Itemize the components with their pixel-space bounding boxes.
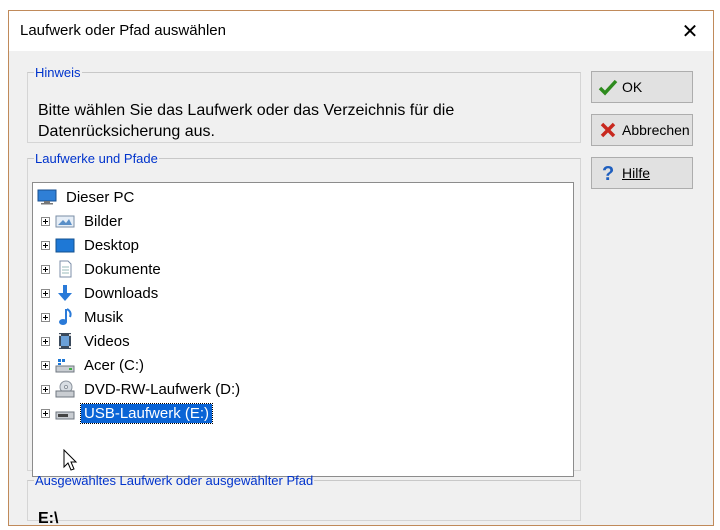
- help-question-icon: ?: [598, 162, 618, 184]
- tree-item-dvd-d[interactable]: DVD-RW-Laufwerk (D:): [41, 378, 243, 400]
- dialog-window: Laufwerk oder Pfad auswählen ✕ Hinweis B…: [8, 10, 714, 527]
- dvd-drive-icon: [55, 380, 75, 398]
- expand-icon[interactable]: [41, 312, 50, 322]
- cancel-button-label: Abbrechen: [622, 122, 690, 138]
- tree-item-label: DVD-RW-Laufwerk (D:): [84, 380, 241, 398]
- expand-icon[interactable]: [41, 264, 50, 274]
- help-button-label: Hilfe: [622, 165, 651, 181]
- expand-icon[interactable]: [41, 288, 50, 298]
- tree-item-downloads[interactable]: Downloads: [41, 282, 161, 304]
- music-icon: [55, 308, 75, 326]
- window-title: Laufwerk oder Pfad auswählen: [20, 22, 226, 39]
- tree-item-label: Dokumente: [84, 260, 161, 278]
- drive-tree[interactable]: Dieser PC Bilder Desktop Dokumente Downl…: [32, 182, 574, 477]
- expand-icon[interactable]: [41, 216, 50, 226]
- expand-icon[interactable]: [41, 384, 50, 394]
- expand-icon[interactable]: [41, 336, 50, 346]
- tree-item-label: Musik: [84, 308, 124, 326]
- hint-legend: Hinweis: [35, 65, 81, 80]
- tree-item-musik[interactable]: Musik: [41, 306, 126, 328]
- ok-button-label: OK: [622, 79, 643, 95]
- hint-text: Bitte wählen Sie das Laufwerk oder das V…: [38, 102, 455, 140]
- expand-icon[interactable]: [41, 240, 50, 250]
- cancel-x-icon: [598, 119, 618, 141]
- tree-item-bilder[interactable]: Bilder: [41, 210, 125, 232]
- cancel-button[interactable]: Abbrechen: [591, 114, 693, 146]
- selected-path-legend: Ausgewähltes Laufwerk oder ausgewählter …: [35, 473, 314, 488]
- tree-root-this-pc[interactable]: Dieser PC: [37, 186, 137, 208]
- selected-path-group: Ausgewähltes Laufwerk oder ausgewählter …: [27, 473, 581, 527]
- expand-icon[interactable]: [41, 408, 50, 418]
- tree-item-usb-e[interactable]: USB-Laufwerk (E:): [41, 402, 214, 424]
- tree-item-dokumente[interactable]: Dokumente: [41, 258, 164, 280]
- tree-item-label: Downloads: [84, 284, 159, 302]
- selected-path-value: E:\: [38, 510, 59, 527]
- tree-item-label-selected: USB-Laufwerk (E:): [79, 402, 214, 424]
- downloads-icon: [55, 284, 75, 302]
- tree-item-label: Dieser PC: [66, 188, 135, 206]
- videos-icon: [55, 332, 75, 350]
- help-button[interactable]: ? Hilfe: [591, 157, 693, 189]
- tree-item-videos[interactable]: Videos: [41, 330, 133, 352]
- usb-drive-icon: [55, 404, 75, 422]
- computer-icon: [37, 188, 57, 206]
- ok-button[interactable]: OK: [591, 71, 693, 103]
- desktop-icon: [55, 236, 75, 254]
- close-button[interactable]: ✕: [667, 11, 713, 51]
- expand-icon[interactable]: [41, 360, 50, 370]
- tree-item-label: Videos: [84, 332, 130, 350]
- pictures-folder-icon: [55, 212, 75, 230]
- drives-group: Laufwerke und Pfade Dieser PC Bilder Des…: [27, 151, 581, 477]
- tree-item-label: Bilder: [84, 212, 123, 230]
- tree-item-label: Acer (C:): [84, 356, 144, 374]
- drives-legend: Laufwerke und Pfade: [35, 151, 158, 166]
- documents-icon: [55, 260, 75, 278]
- tree-item-acer-c[interactable]: Acer (C:): [41, 354, 147, 376]
- tree-item-label: Desktop: [84, 236, 140, 254]
- tree-item-desktop[interactable]: Desktop: [41, 234, 142, 256]
- svg-text:?: ?: [602, 163, 614, 183]
- checkmark-icon: [598, 76, 618, 98]
- mouse-cursor-icon: [63, 449, 78, 471]
- close-icon: ✕: [681, 20, 699, 43]
- hint-group: Hinweis Bitte wählen Sie das Laufwerk od…: [27, 65, 581, 143]
- title-bar: Laufwerk oder Pfad auswählen ✕: [9, 11, 713, 51]
- hard-drive-icon: [55, 356, 75, 374]
